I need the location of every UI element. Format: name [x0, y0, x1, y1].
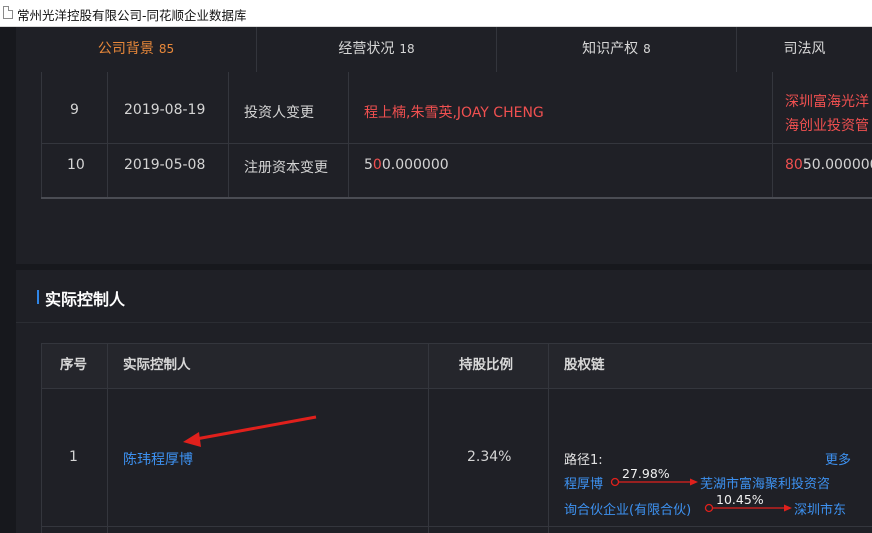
annotation-arrow-icon [183, 415, 317, 447]
chain-arrow-icon [610, 477, 698, 487]
overlay-arrows [183, 415, 792, 513]
chain-arrow-icon [704, 503, 792, 513]
